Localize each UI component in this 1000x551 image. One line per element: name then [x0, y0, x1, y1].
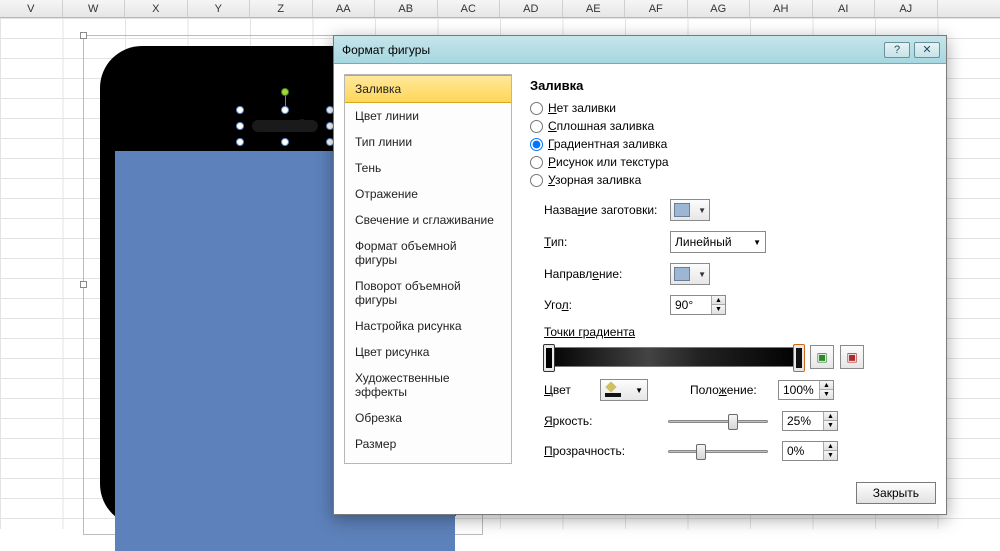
position-label: Положение:: [690, 383, 770, 397]
nav-item[interactable]: Заливка: [345, 75, 511, 103]
direction-label: Направление:: [544, 267, 670, 281]
chevron-down-icon: ▼: [698, 270, 706, 279]
gradient-track[interactable]: [544, 347, 804, 367]
spin-down-icon[interactable]: ▼: [711, 305, 725, 314]
transparency-label: Прозрачность:: [544, 444, 650, 458]
handle[interactable]: [236, 138, 244, 146]
handle[interactable]: [236, 106, 244, 114]
spin-up-icon[interactable]: ▲: [823, 412, 837, 421]
chevron-down-icon: ▼: [635, 386, 643, 395]
angle-spinner[interactable]: 90°▲▼: [670, 295, 726, 315]
add-gradient-stop-button[interactable]: ▣: [810, 345, 834, 369]
chevron-down-icon: ▼: [698, 206, 706, 215]
nav-item[interactable]: Обрезка: [345, 405, 511, 431]
column-header[interactable]: AB: [375, 0, 438, 17]
radio-solid-fill[interactable]: Сплошная заливка: [530, 119, 926, 133]
column-header[interactable]: AC: [438, 0, 501, 17]
handle[interactable]: [281, 138, 289, 146]
nav-item[interactable]: Тип линии: [345, 129, 511, 155]
gradient-stop[interactable]: [543, 344, 555, 372]
help-button[interactable]: ?: [884, 42, 910, 58]
transparency-spinner[interactable]: 0%▲▼: [782, 441, 838, 461]
dialog-titlebar[interactable]: Формат фигуры ? ✕: [334, 36, 946, 64]
nav-item[interactable]: Свечение и сглаживание: [345, 207, 511, 233]
brightness-slider[interactable]: [668, 411, 768, 431]
column-header[interactable]: X: [125, 0, 188, 17]
column-header[interactable]: AF: [625, 0, 688, 17]
preset-label: Название заготовки:: [544, 203, 670, 217]
angle-label: Угол:: [544, 298, 670, 312]
column-header[interactable]: AJ: [875, 0, 938, 17]
color-label: Цвет: [544, 383, 592, 397]
column-header[interactable]: AG: [688, 0, 751, 17]
fill-panel: Заливка Нет заливки Сплошная заливка Гра…: [520, 74, 936, 464]
fill-radio-group: Нет заливки Сплошная заливка Градиентная…: [530, 101, 926, 187]
remove-gradient-stop-button[interactable]: ▣: [840, 345, 864, 369]
nav-item[interactable]: Настройка рисунка: [345, 313, 511, 339]
nav-item[interactable]: Цвет линии: [345, 103, 511, 129]
nav-item[interactable]: Тень: [345, 155, 511, 181]
panel-heading: Заливка: [530, 78, 926, 93]
type-dropdown[interactable]: Линейный▼: [670, 231, 766, 253]
close-button[interactable]: Закрыть: [856, 482, 936, 504]
type-label: Тип:: [544, 235, 670, 249]
nav-item[interactable]: Отражение: [345, 181, 511, 207]
selection-handle[interactable]: [80, 281, 87, 288]
paint-bucket-icon: [605, 383, 621, 397]
direction-dropdown[interactable]: ▼: [670, 263, 710, 285]
brightness-label: Яркость:: [544, 414, 650, 428]
nav-item[interactable]: Художественные эффекты: [345, 365, 511, 405]
spin-up-icon[interactable]: ▲: [819, 381, 833, 390]
color-dropdown[interactable]: ▼: [600, 379, 648, 401]
radio-no-fill[interactable]: Нет заливки: [530, 101, 926, 115]
column-header[interactable]: AH: [750, 0, 813, 17]
radio-gradient-fill[interactable]: Градиентная заливка: [530, 137, 926, 151]
column-header[interactable]: AD: [500, 0, 563, 17]
handle[interactable]: [281, 106, 289, 114]
column-header[interactable]: V: [0, 0, 63, 17]
column-header[interactable]: AA: [313, 0, 376, 17]
nav-item[interactable]: Поворот объемной фигуры: [345, 273, 511, 313]
rotation-handle[interactable]: [281, 88, 289, 96]
nav-item[interactable]: Размер: [345, 431, 511, 457]
nav-item[interactable]: Цвет рисунка: [345, 339, 511, 365]
column-header[interactable]: AI: [813, 0, 876, 17]
column-header[interactable]: W: [63, 0, 126, 17]
spin-up-icon[interactable]: ▲: [823, 442, 837, 451]
column-headers: VWXYZAAABACADAEAFAGAHAIAJ: [0, 0, 1000, 18]
format-shape-dialog: Формат фигуры ? ✕ ЗаливкаЦвет линииТип л…: [333, 35, 947, 515]
preset-dropdown[interactable]: ▼: [670, 199, 710, 221]
column-header[interactable]: AE: [563, 0, 626, 17]
radio-picture-fill[interactable]: Рисунок или текстура: [530, 155, 926, 169]
column-header[interactable]: Y: [188, 0, 251, 17]
spin-down-icon[interactable]: ▼: [823, 421, 837, 430]
spin-down-icon[interactable]: ▼: [823, 451, 837, 460]
dialog-title: Формат фигуры: [342, 43, 430, 57]
handle[interactable]: [236, 122, 244, 130]
nav-item[interactable]: Свойства: [345, 457, 511, 464]
radio-pattern-fill[interactable]: Узорная заливка: [530, 173, 926, 187]
selection-handle[interactable]: [80, 32, 87, 39]
dialog-close-button[interactable]: ✕: [914, 42, 940, 58]
spin-down-icon[interactable]: ▼: [819, 390, 833, 399]
chevron-down-icon: ▼: [753, 238, 761, 247]
earpiece-selection: [240, 110, 330, 142]
column-header[interactable]: Z: [250, 0, 313, 17]
nav-item[interactable]: Формат объемной фигуры: [345, 233, 511, 273]
category-list[interactable]: ЗаливкаЦвет линииТип линииТеньОтражениеС…: [344, 74, 512, 464]
transparency-slider[interactable]: [668, 441, 768, 461]
spin-up-icon[interactable]: ▲: [711, 296, 725, 305]
position-spinner[interactable]: 100%▲▼: [778, 380, 834, 400]
gradient-stops-label: Точки градиента: [544, 325, 926, 339]
brightness-spinner[interactable]: 25%▲▼: [782, 411, 838, 431]
gradient-stop[interactable]: [793, 344, 805, 372]
